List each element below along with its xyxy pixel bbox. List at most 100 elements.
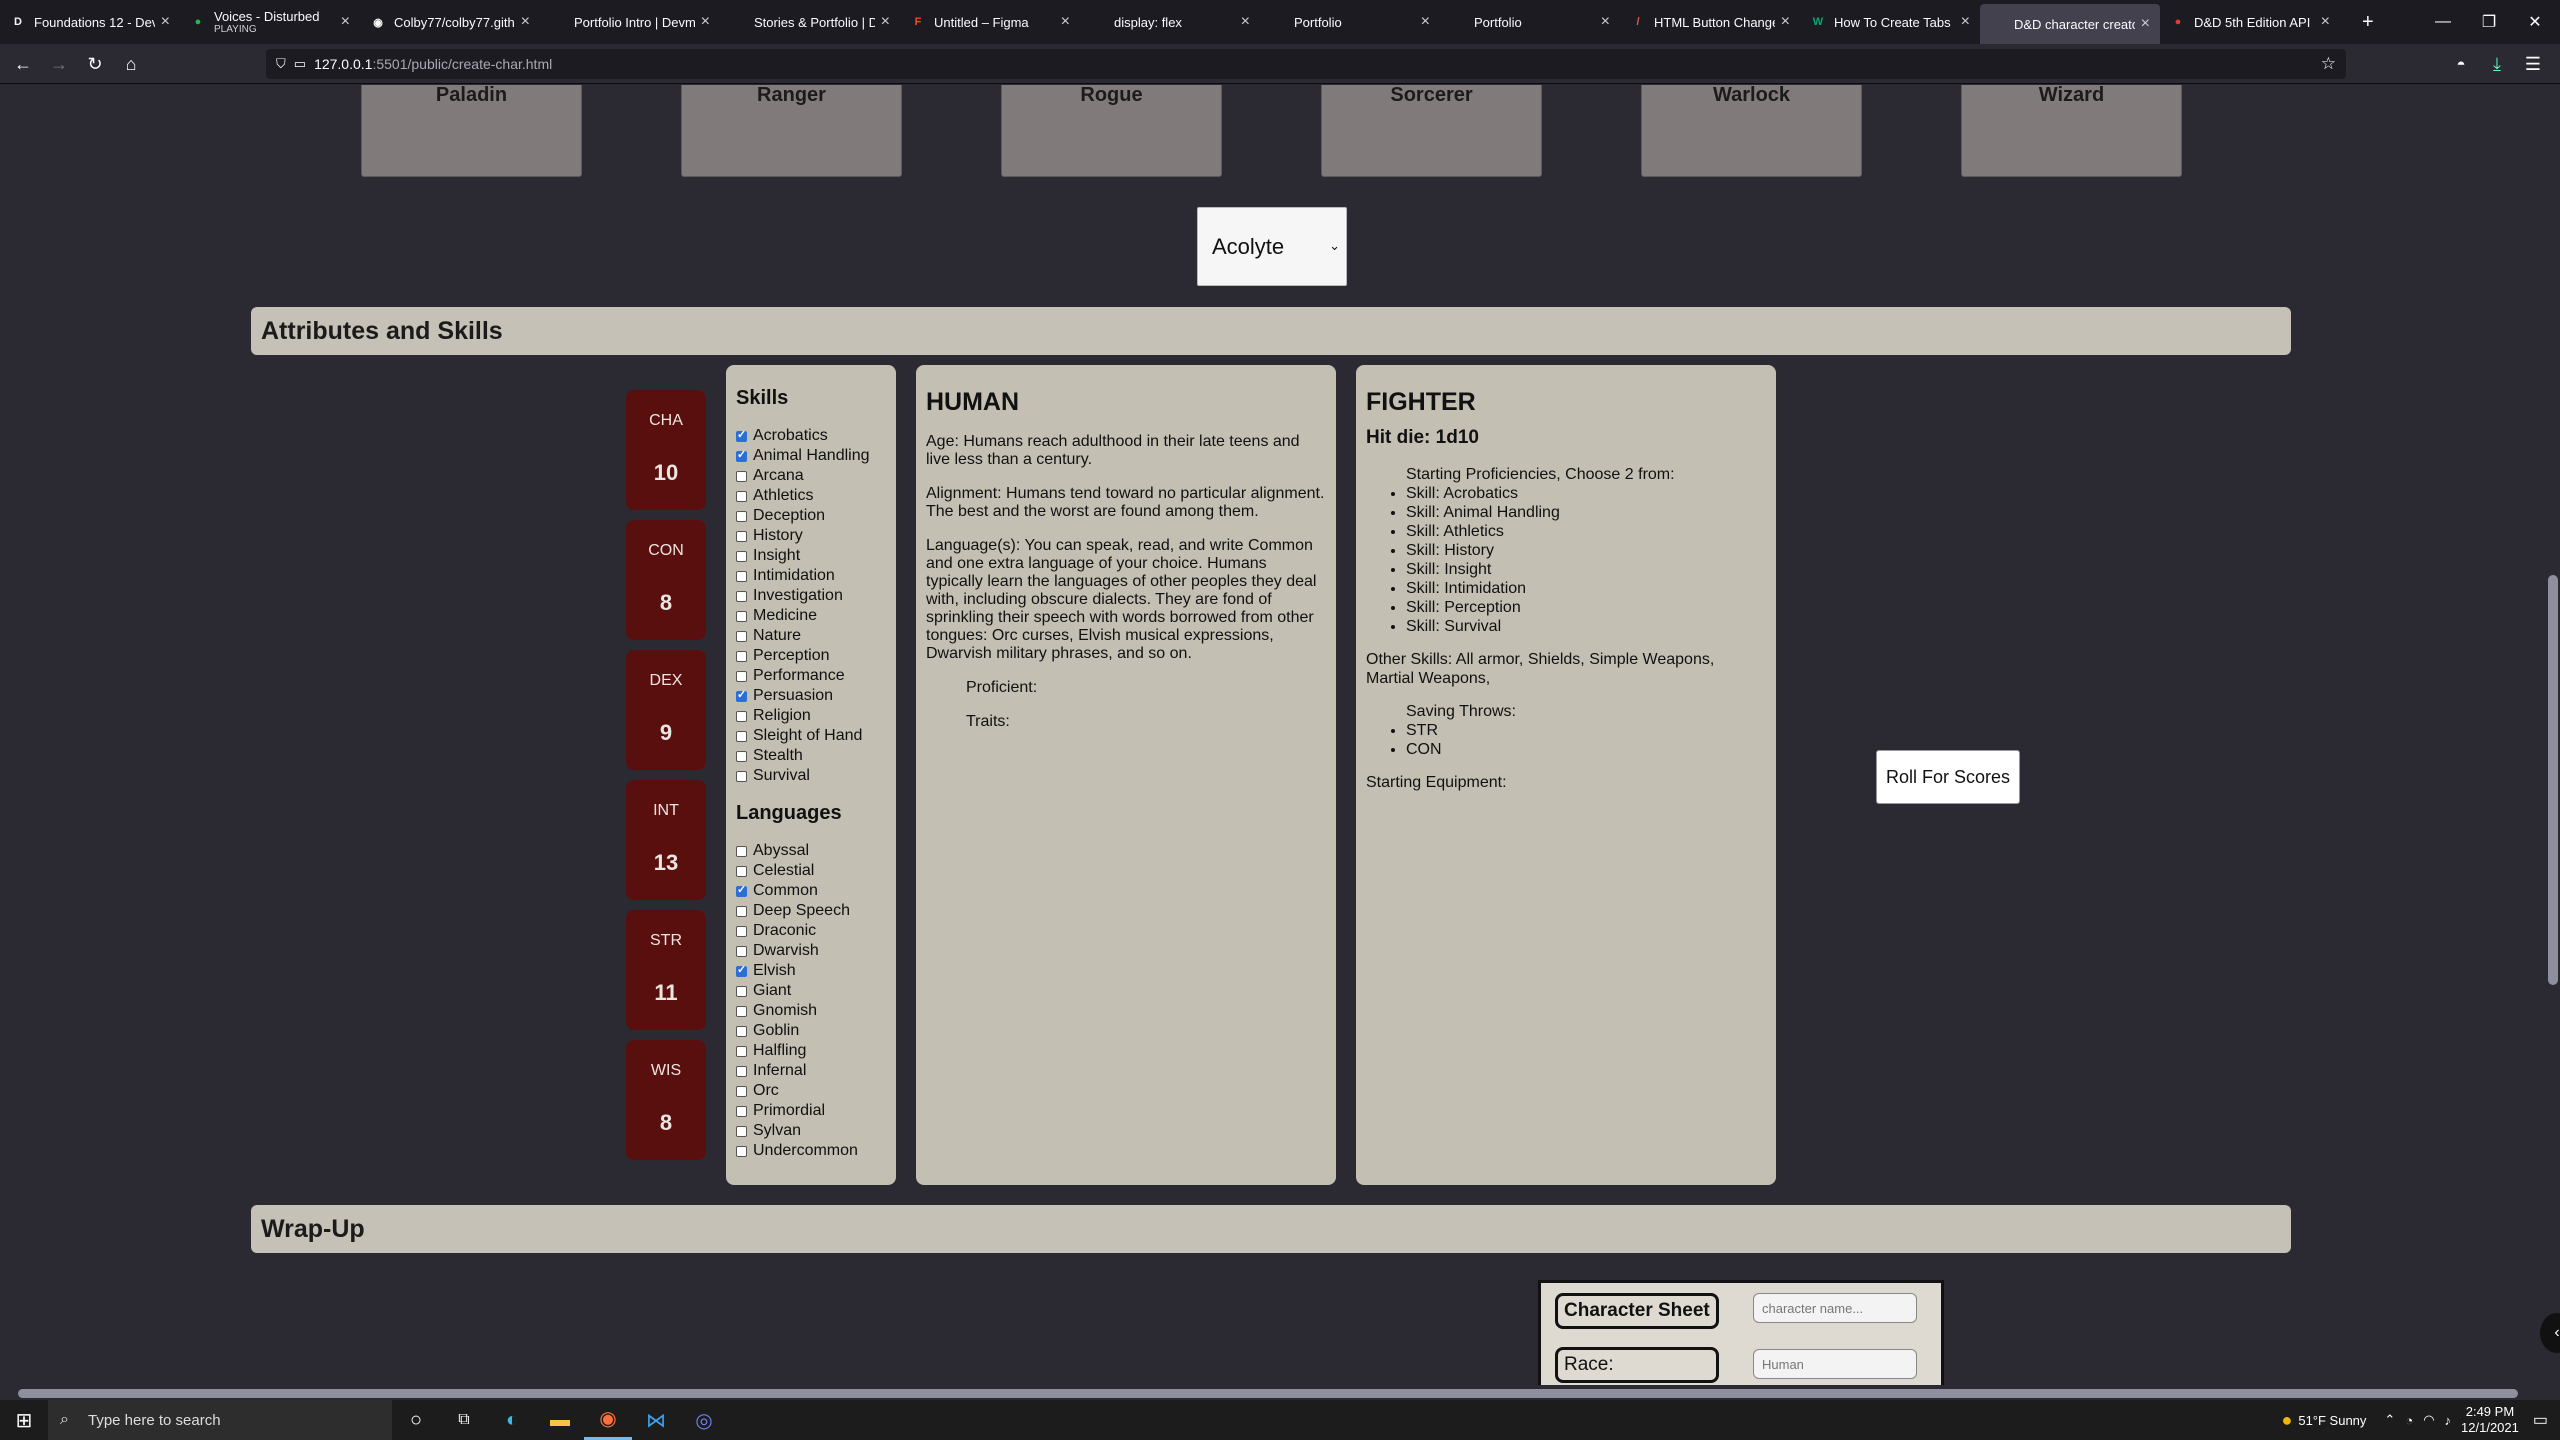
tray-chevron-icon[interactable]: ⌃ xyxy=(2384,1412,2395,1428)
class-card-sorcerer[interactable]: Sorcerer xyxy=(1321,85,1542,177)
minimize-icon[interactable]: — xyxy=(2420,0,2466,44)
checkbox[interactable] xyxy=(736,925,747,937)
task-view-icon[interactable]: ⧉ xyxy=(440,1400,488,1440)
downloads-icon[interactable]: ⤓ xyxy=(2482,50,2512,78)
browser-tab[interactable]: ● D&D 5th Edition API × xyxy=(2160,0,2340,44)
languages-item[interactable]: Goblin xyxy=(736,1021,896,1041)
checkbox[interactable] xyxy=(736,750,747,762)
skills-item[interactable]: Athletics xyxy=(736,486,896,506)
pocket-icon[interactable]: ◓ xyxy=(2446,50,2476,78)
network-icon[interactable]: ◔ xyxy=(2405,1413,2413,1428)
checkbox[interactable] xyxy=(736,630,747,642)
background-select[interactable]: Acolyte ⌄ xyxy=(1197,207,1347,286)
checkbox[interactable] xyxy=(736,883,747,897)
clock[interactable]: 2:49 PM 12/1/2021 xyxy=(2461,1404,2519,1436)
checkbox[interactable] xyxy=(736,1025,747,1037)
tab-close-icon[interactable]: × xyxy=(341,13,350,31)
languages-item[interactable]: Halfling xyxy=(736,1041,896,1061)
languages-item[interactable]: Draconic xyxy=(736,921,896,941)
checkbox[interactable] xyxy=(736,1085,747,1097)
checkbox[interactable] xyxy=(736,865,747,877)
tab-close-icon[interactable]: × xyxy=(2141,15,2150,33)
languages-item[interactable]: Infernal xyxy=(736,1061,896,1081)
tab-close-icon[interactable]: × xyxy=(161,13,170,31)
skills-item[interactable]: Persuasion xyxy=(736,686,896,706)
horizontal-scroll-thumb[interactable] xyxy=(18,1389,2518,1398)
class-card-wizard[interactable]: Wizard xyxy=(1961,85,2182,177)
browser-tab[interactable]: D&D character creator × xyxy=(1980,4,2160,44)
checkbox[interactable] xyxy=(736,1125,747,1137)
new-tab-icon[interactable]: + xyxy=(2352,0,2396,44)
checkbox[interactable] xyxy=(736,530,747,542)
checkbox[interactable] xyxy=(736,1005,747,1017)
skills-item[interactable]: Performance xyxy=(736,666,896,686)
bookmark-star-icon[interactable]: ☆ xyxy=(2321,54,2336,74)
checkbox[interactable] xyxy=(736,550,747,562)
skills-item[interactable]: Investigation xyxy=(736,586,896,606)
languages-item[interactable]: Celestial xyxy=(736,861,896,881)
roll-for-scores-button[interactable]: Roll For Scores xyxy=(1876,750,2020,804)
vscode-icon[interactable]: ⋈ xyxy=(632,1400,680,1440)
tab-close-icon[interactable]: × xyxy=(1781,13,1790,31)
checkbox[interactable] xyxy=(736,945,747,957)
languages-item[interactable]: Abyssal xyxy=(736,841,896,861)
checkbox[interactable] xyxy=(736,905,747,917)
edge-icon[interactable]: ◐ xyxy=(488,1400,536,1440)
checkbox[interactable] xyxy=(736,1065,747,1077)
character-name-input[interactable]: character name... xyxy=(1753,1293,1917,1323)
skills-item[interactable]: Insight xyxy=(736,546,896,566)
checkbox[interactable] xyxy=(736,448,747,462)
menu-icon[interactable]: ☰ xyxy=(2518,50,2548,78)
notifications-icon[interactable]: ▭ xyxy=(2533,1410,2548,1430)
tab-close-icon[interactable]: × xyxy=(1241,13,1250,31)
languages-item[interactable]: Deep Speech xyxy=(736,901,896,921)
checkbox[interactable] xyxy=(736,985,747,997)
languages-item[interactable]: Primordial xyxy=(736,1101,896,1121)
skills-item[interactable]: Deception xyxy=(736,506,896,526)
checkbox[interactable] xyxy=(736,1145,747,1157)
forward-icon[interactable]: → xyxy=(44,50,74,78)
checkbox[interactable] xyxy=(736,490,747,502)
class-card-warlock[interactable]: Warlock xyxy=(1641,85,1862,177)
wifi-icon[interactable]: ◠ xyxy=(2423,1412,2434,1428)
class-card-rogue[interactable]: Rogue xyxy=(1001,85,1222,177)
languages-item[interactable]: Dwarvish xyxy=(736,941,896,961)
browser-tab[interactable]: W How To Create Tabs × xyxy=(1800,0,1980,44)
checkbox[interactable] xyxy=(736,510,747,522)
skills-item[interactable]: Religion xyxy=(736,706,896,726)
tab-close-icon[interactable]: × xyxy=(1061,13,1070,31)
languages-item[interactable]: Giant xyxy=(736,981,896,1001)
browser-tab[interactable]: F Untitled – Figma × xyxy=(900,0,1080,44)
checkbox[interactable] xyxy=(736,428,747,442)
browser-tab[interactable]: Portfolio × xyxy=(1260,0,1440,44)
discord-icon[interactable]: ◎ xyxy=(680,1400,728,1440)
languages-item[interactable]: Undercommon xyxy=(736,1141,896,1161)
skills-item[interactable]: Nature xyxy=(736,626,896,646)
checkbox[interactable] xyxy=(736,770,747,782)
tab-close-icon[interactable]: × xyxy=(1961,13,1970,31)
window-close-icon[interactable]: ✕ xyxy=(2512,0,2558,44)
volume-icon[interactable]: ♪ xyxy=(2445,1413,2452,1428)
checkbox[interactable] xyxy=(736,590,747,602)
checkbox[interactable] xyxy=(736,570,747,582)
skills-item[interactable]: History xyxy=(736,526,896,546)
checkbox[interactable] xyxy=(736,650,747,662)
firefox-icon[interactable]: ◉ xyxy=(584,1400,632,1440)
checkbox[interactable] xyxy=(736,730,747,742)
languages-item[interactable]: Common xyxy=(736,881,896,901)
browser-tab[interactable]: D Foundations 12 - Devmoun × xyxy=(0,0,180,44)
tab-close-icon[interactable]: × xyxy=(521,13,530,31)
tab-close-icon[interactable]: × xyxy=(1421,13,1430,31)
vertical-scrollbar[interactable] xyxy=(2544,85,2560,1385)
skills-item[interactable]: Sleight of Hand xyxy=(736,726,896,746)
checkbox[interactable] xyxy=(736,1105,747,1117)
browser-tab[interactable]: Portfolio Intro | Devmounta × xyxy=(540,0,720,44)
browser-tab[interactable]: / HTML Button Change I × xyxy=(1620,0,1800,44)
tab-close-icon[interactable]: × xyxy=(1601,13,1610,31)
browser-tab[interactable]: display: flex × xyxy=(1080,0,1260,44)
windows-start-icon[interactable]: ⊞ xyxy=(0,1400,48,1440)
skills-item[interactable]: Stealth xyxy=(736,746,896,766)
browser-tab[interactable]: Stories & Portfolio | Devmo × xyxy=(720,0,900,44)
checkbox[interactable] xyxy=(736,670,747,682)
languages-item[interactable]: Sylvan xyxy=(736,1121,896,1141)
